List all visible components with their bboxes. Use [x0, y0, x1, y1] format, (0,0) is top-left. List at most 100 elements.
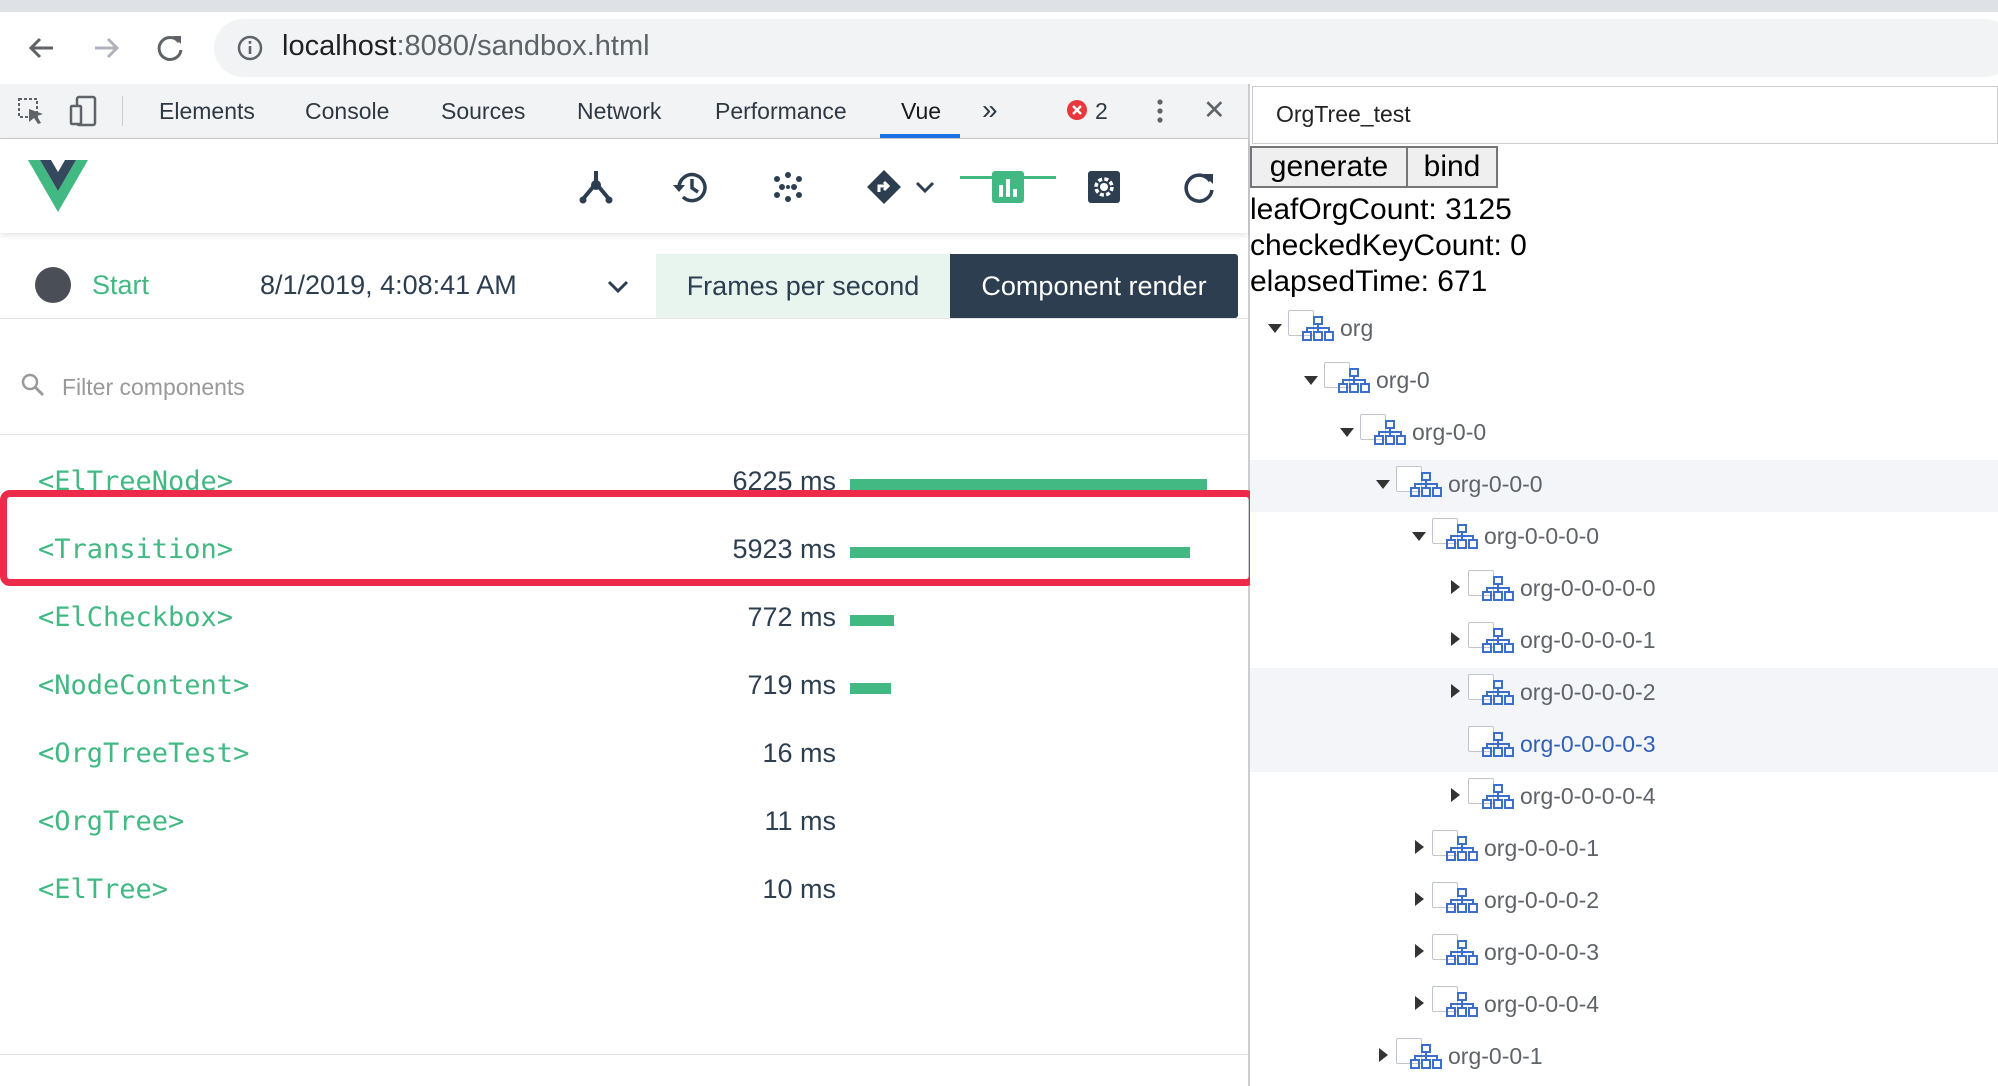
component-name: <NodeContent> — [38, 670, 250, 701]
component-time-bar — [850, 479, 1207, 490]
tree-node[interactable]: org-0-0-0-2 — [1250, 876, 1998, 928]
router-icon — [867, 170, 901, 204]
refresh-tool-button[interactable] — [1177, 165, 1221, 209]
active-tab-indicator — [880, 134, 960, 138]
url-text[interactable]: localhost:8080/sandbox.html — [282, 30, 650, 63]
tree-node[interactable]: org-0-0-0-0-0 — [1250, 564, 1998, 616]
performance-tool-button[interactable] — [986, 165, 1030, 209]
caret-right-icon[interactable] — [1451, 580, 1460, 594]
tree-node-label: org-0 — [1376, 367, 1430, 393]
filter-components-input[interactable] — [60, 370, 564, 404]
component-row[interactable]: <ElCheckbox> 772 ms — [0, 586, 1248, 654]
info-icon[interactable] — [236, 34, 264, 62]
tree-node-label: org-0-0-0-0-3 — [1520, 731, 1656, 757]
org-icon — [1446, 888, 1478, 913]
caret-right-icon[interactable] — [1415, 996, 1424, 1010]
caret-down-icon[interactable] — [1268, 324, 1282, 333]
tree-node[interactable]: org-0-0-0-3 — [1250, 928, 1998, 980]
tree-node[interactable]: org-0-0-0-0-3 — [1250, 720, 1998, 772]
tab-elements[interactable]: Elements — [159, 98, 255, 125]
close-devtools-button[interactable]: ✕ — [1203, 95, 1226, 126]
recording-timestamp[interactable]: 8/1/2019, 4:08:41 AM — [260, 270, 517, 301]
refresh-icon — [1184, 173, 1214, 203]
timeline-tool-button[interactable] — [669, 165, 713, 209]
timestamp-dropdown-icon[interactable] — [606, 274, 630, 298]
caret-right-icon[interactable] — [1415, 840, 1424, 854]
app-tab-title[interactable]: OrgTree_test — [1276, 101, 1411, 128]
caret-right-icon[interactable] — [1451, 632, 1460, 646]
error-count[interactable]: 2 — [1095, 98, 1108, 125]
tree-node[interactable]: org-0-0-0-4 — [1250, 980, 1998, 1032]
tab-console[interactable]: Console — [305, 98, 389, 125]
tab-network[interactable]: Network — [577, 98, 661, 125]
caret-right-icon[interactable] — [1415, 892, 1424, 906]
caret-right-icon[interactable] — [1451, 684, 1460, 698]
component-name: <ElTree> — [38, 874, 169, 905]
component-time-bar — [850, 615, 894, 626]
vuex-tool-button[interactable] — [766, 165, 810, 209]
tree-node[interactable]: org-0 — [1250, 356, 1998, 408]
tree-node[interactable]: org-0-0 — [1250, 408, 1998, 460]
forward-button[interactable] — [84, 26, 128, 70]
org-icon — [1410, 1044, 1442, 1069]
record-button[interactable] — [35, 267, 71, 303]
tree-node-label: org-0-0-0 — [1448, 471, 1543, 497]
component-row[interactable]: <ElTree> 10 ms — [0, 858, 1248, 926]
caret-down-icon[interactable] — [1304, 376, 1318, 385]
tree-node-label: org-0-0-0-3 — [1484, 939, 1600, 965]
router-tool-button[interactable] — [860, 165, 940, 209]
org-icon — [1302, 316, 1334, 341]
caret-right-icon[interactable] — [1451, 788, 1460, 802]
tree-node-label: org-0-0-0-0 — [1484, 523, 1600, 549]
org-icon — [1338, 368, 1370, 393]
error-icon[interactable] — [1066, 99, 1088, 121]
back-button[interactable] — [20, 26, 64, 70]
component-tree-icon — [579, 171, 613, 204]
arrow-right-icon — [95, 37, 120, 59]
caret-right-icon[interactable] — [1415, 944, 1424, 958]
org-icon — [1374, 420, 1406, 445]
bind-button[interactable]: bind — [1406, 146, 1498, 188]
tree-node[interactable]: org-0-0-0-0-4 — [1250, 772, 1998, 824]
checked-key-count: checkedKeyCount: 0 — [1250, 229, 1527, 262]
reload-button[interactable] — [148, 26, 192, 70]
org-icon — [1446, 940, 1478, 965]
tree-node[interactable]: org-0-0-1 — [1250, 1032, 1998, 1084]
tab-performance[interactable]: Performance — [715, 98, 847, 125]
tree-node[interactable]: org-0-0-0 — [1250, 460, 1998, 512]
device-toolbar-icon[interactable] — [68, 94, 100, 128]
caret-down-icon[interactable] — [1376, 480, 1390, 489]
tree-node[interactable]: org-0-0-0-0-2 — [1250, 668, 1998, 720]
caret-right-icon[interactable] — [1379, 1048, 1388, 1062]
tree-node[interactable]: org-0-0-0-0 — [1250, 512, 1998, 564]
component-name: <ElCheckbox> — [38, 602, 234, 633]
tree-node[interactable]: org-0-0-0-1 — [1250, 824, 1998, 876]
caret-down-icon[interactable] — [1412, 532, 1426, 541]
component-row[interactable]: <OrgTree> 11 ms — [0, 790, 1248, 858]
tree-node[interactable]: org — [1250, 304, 1998, 356]
tree-node[interactable]: org-0-0-0-0-1 — [1250, 616, 1998, 668]
org-icon — [1482, 680, 1514, 705]
org-icon — [1482, 732, 1514, 757]
tab-vue[interactable]: Vue — [901, 98, 941, 125]
org-icon — [1446, 524, 1478, 549]
component-row[interactable]: <NodeContent> 719 ms — [0, 654, 1248, 722]
fps-tab-button[interactable]: Frames per second — [656, 254, 950, 318]
kebab-menu-icon[interactable] — [1148, 96, 1172, 126]
chevron-down-icon — [915, 181, 935, 194]
tree-node-label: org-0-0-1 — [1448, 1043, 1543, 1069]
component-render-tab-button[interactable]: Component render — [950, 254, 1238, 318]
caret-down-icon[interactable] — [1340, 428, 1354, 437]
history-icon — [673, 172, 707, 203]
component-time: 719 ms — [747, 670, 836, 700]
component-row[interactable]: <OrgTreeTest> 16 ms — [0, 722, 1248, 790]
components-tool-button[interactable] — [574, 165, 618, 209]
more-tabs-button[interactable]: » — [982, 94, 998, 126]
url-path: /sandbox.html — [469, 30, 650, 62]
settings-tool-button[interactable] — [1082, 165, 1126, 209]
inspect-element-icon[interactable] — [16, 96, 46, 126]
org-icon — [1446, 992, 1478, 1017]
tab-sources[interactable]: Sources — [441, 98, 525, 125]
generate-button[interactable]: generate — [1250, 146, 1408, 188]
start-label[interactable]: Start — [92, 270, 149, 301]
